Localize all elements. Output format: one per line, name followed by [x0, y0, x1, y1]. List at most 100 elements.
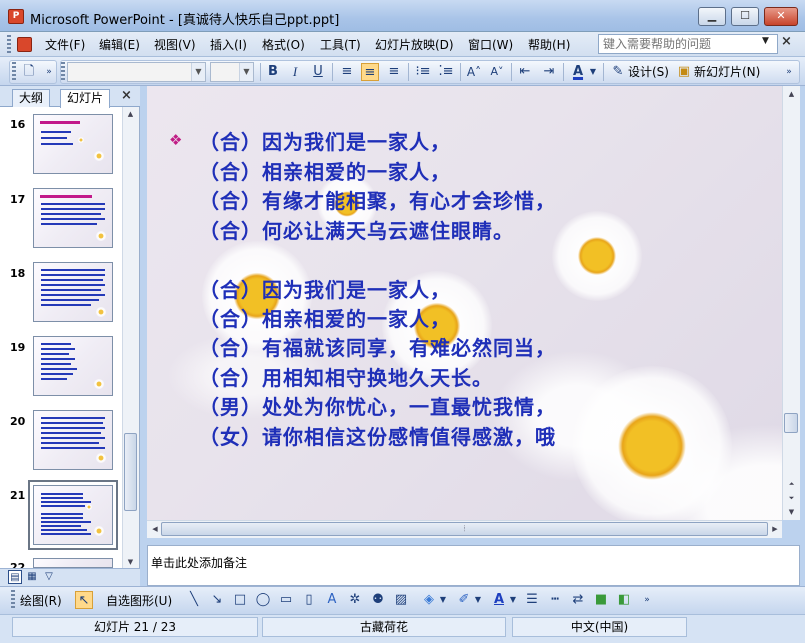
decrease-font-icon[interactable]: A˅: [488, 63, 506, 81]
menu-slideshow[interactable]: 幻灯片放映(D): [375, 37, 454, 53]
toolbar-grip[interactable]: [12, 62, 16, 82]
next-slide-icon[interactable]: ⏷: [785, 492, 798, 505]
chevron-down-icon[interactable]: ▼: [191, 63, 205, 81]
menu-view[interactable]: 视图(V): [154, 37, 196, 53]
lyric-line[interactable]: （男）处处为你忧心，一直最忧我情，: [199, 391, 556, 420]
dash-style-icon[interactable]: ┅: [546, 591, 564, 609]
decrease-indent-icon[interactable]: ⇤: [516, 63, 534, 81]
arrow-style-icon[interactable]: ⇄: [569, 591, 587, 609]
close-panel-button[interactable]: ×: [121, 88, 132, 103]
scroll-down-icon[interactable]: ▼: [785, 506, 798, 519]
toolbar-options-icon[interactable]: »: [638, 591, 656, 609]
lyric-line[interactable]: （合）相亲相爱的一家人，: [199, 303, 451, 332]
italic-button[interactable]: I: [286, 63, 304, 81]
lyric-line[interactable]: （合）用相知相守换地久天长。: [199, 362, 493, 391]
align-center-icon[interactable]: ≡: [361, 63, 379, 81]
lyric-line[interactable]: （女）请你相信这份感情值得感激，哦: [199, 421, 556, 450]
chevron-down-icon[interactable]: ▼: [588, 63, 598, 81]
font-color-icon[interactable]: A: [490, 591, 508, 609]
slide-thumbnail[interactable]: [33, 336, 113, 396]
notes-pane[interactable]: 单击此处添加备注: [147, 545, 800, 586]
maximize-button[interactable]: ☐: [731, 7, 759, 26]
numbering-icon[interactable]: ⁝≡: [414, 63, 432, 81]
previous-slide-icon[interactable]: ⏶: [785, 478, 798, 491]
drawbar-grip[interactable]: [11, 590, 15, 610]
font-size-combo[interactable]: ▼: [210, 62, 254, 82]
format-toolbar-grip[interactable]: [61, 62, 65, 82]
slide-thumbnail[interactable]: [33, 188, 113, 248]
menu-insert[interactable]: 插入(I): [210, 37, 247, 53]
menu-window[interactable]: 窗口(W): [468, 37, 513, 53]
menu-grip[interactable]: [7, 35, 11, 53]
scroll-up-icon[interactable]: ▲: [124, 108, 137, 121]
document-icon[interactable]: [17, 37, 32, 52]
lyric-line[interactable]: （合）有福就该同享，有难必然同当，: [199, 332, 556, 361]
scroll-right-icon[interactable]: ▶: [769, 523, 781, 535]
normal-view-icon[interactable]: ▤: [8, 570, 22, 584]
slide-canvas[interactable]: ❖ （合）因为我们是一家人， （合）相亲相爱的一家人， （合）有缘才能相聚，有心…: [147, 86, 782, 520]
close-document-button[interactable]: ×: [781, 34, 792, 49]
slide-thumbnail[interactable]: [33, 558, 113, 568]
vertical-textbox-icon[interactable]: ▯: [300, 591, 318, 609]
font-color-icon[interactable]: A: [569, 63, 587, 81]
vertical-scroll-thumb[interactable]: [784, 413, 798, 433]
bullets-icon[interactable]: ⁚≡: [437, 63, 455, 81]
new-document-icon[interactable]: 🗋: [20, 63, 38, 81]
clip-art-icon[interactable]: ⚉: [369, 591, 387, 609]
slide-vertical-scrollbar[interactable]: [782, 86, 800, 520]
slide-thumbnail[interactable]: [33, 114, 113, 174]
close-window-button[interactable]: ✕: [764, 7, 798, 26]
slide-thumbnail-selected[interactable]: [28, 480, 118, 550]
menu-edit[interactable]: 编辑(E): [99, 37, 140, 53]
minimize-button[interactable]: ▁: [698, 7, 726, 26]
menu-tools[interactable]: 工具(T): [320, 37, 361, 53]
arrow-tool-icon[interactable]: ↘: [208, 591, 226, 609]
line-tool-icon[interactable]: ╲: [185, 591, 203, 609]
3d-style-icon[interactable]: ◧: [615, 591, 633, 609]
lyric-line[interactable]: （合）因为我们是一家人，: [199, 126, 451, 155]
textbox-icon[interactable]: ▭: [277, 591, 295, 609]
scroll-left-icon[interactable]: ◀: [149, 523, 161, 535]
chevron-down-icon[interactable]: ▼: [508, 591, 518, 609]
scroll-up-icon[interactable]: ▲: [785, 88, 798, 101]
underline-button[interactable]: U: [309, 63, 327, 81]
chevron-down-icon[interactable]: ▼: [239, 63, 253, 81]
help-search-input[interactable]: [598, 34, 778, 54]
slideshow-view-icon[interactable]: ▽: [42, 570, 56, 584]
autoshapes-button[interactable]: 自选图形(U): [106, 593, 172, 609]
picture-icon[interactable]: ▨: [392, 591, 410, 609]
fill-color-icon[interactable]: ◈: [420, 591, 438, 609]
chevron-down-icon[interactable]: ▼: [438, 591, 448, 609]
align-right-icon[interactable]: ≡: [385, 63, 403, 81]
line-style-icon[interactable]: ☰: [523, 591, 541, 609]
lyric-line[interactable]: （合）相亲相爱的一家人，: [199, 156, 451, 185]
new-slide-button[interactable]: 新幻灯片(N): [694, 64, 760, 80]
lyric-line[interactable]: （合）因为我们是一家人，: [199, 274, 451, 303]
draw-menu-button[interactable]: 绘图(R): [20, 593, 62, 609]
design-button[interactable]: 设计(S): [628, 64, 669, 80]
help-dropdown-icon[interactable]: ▼: [762, 36, 769, 46]
slide-thumbnail[interactable]: [33, 410, 113, 470]
rectangle-tool-icon[interactable]: □: [231, 591, 249, 609]
diagram-icon[interactable]: ✲: [346, 591, 364, 609]
oval-tool-icon[interactable]: ◯: [254, 591, 272, 609]
powerpoint-app-icon[interactable]: P: [8, 9, 24, 24]
line-color-icon[interactable]: ✐: [455, 591, 473, 609]
menu-format[interactable]: 格式(O): [262, 37, 305, 53]
wordart-icon[interactable]: A: [323, 591, 341, 609]
bold-button[interactable]: B: [264, 63, 282, 81]
menu-help[interactable]: 帮助(H): [528, 37, 570, 53]
increase-font-icon[interactable]: A˄: [465, 63, 483, 81]
font-name-combo[interactable]: ▼: [67, 62, 206, 82]
tab-slides[interactable]: 幻灯片: [60, 89, 111, 108]
align-left-icon[interactable]: ≡: [338, 63, 356, 81]
shadow-style-icon[interactable]: ■: [592, 591, 610, 609]
tab-outline[interactable]: 大纲: [12, 89, 51, 107]
menu-file[interactable]: 文件(F): [45, 37, 85, 53]
lyric-line[interactable]: （合）有缘才能相聚，有心才会珍惜，: [199, 185, 556, 214]
toolbar-options-icon[interactable]: »: [40, 63, 58, 81]
lyric-line[interactable]: （合）何必让满天乌云遮住眼睛。: [199, 215, 514, 244]
slide-thumbnail[interactable]: [33, 262, 113, 322]
slide-sorter-icon[interactable]: ▦: [25, 570, 39, 584]
panel-scroll-thumb[interactable]: [124, 433, 137, 511]
